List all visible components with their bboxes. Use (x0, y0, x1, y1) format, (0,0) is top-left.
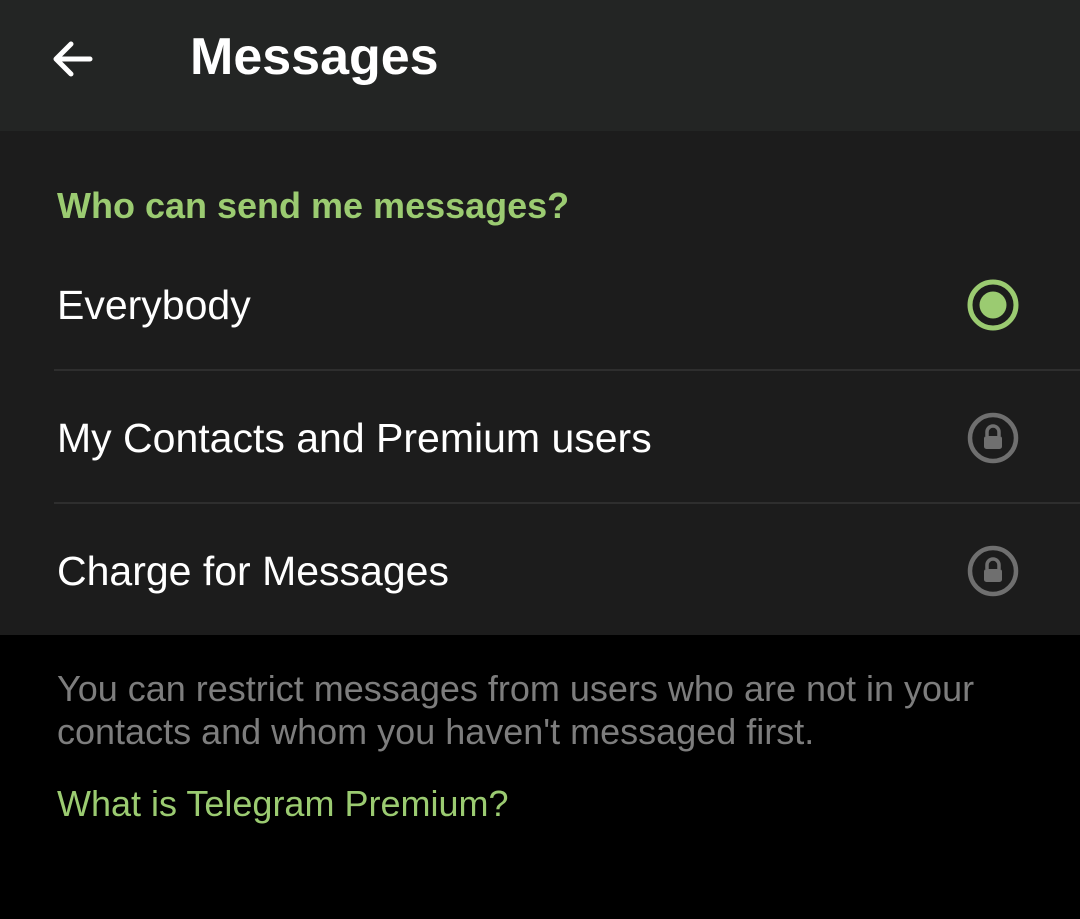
back-button[interactable] (28, 14, 118, 104)
option-label: Everybody (57, 281, 251, 328)
telegram-premium-link[interactable]: What is Telegram Premium? (57, 781, 508, 827)
privacy-messages-screen: Messages Who can send me messages? Every… (0, 0, 1080, 919)
messages-privacy-card: Who can send me messages? Everybody My C… (0, 131, 1080, 635)
option-label: My Contacts and Premium users (57, 414, 652, 461)
top-app-bar: Messages (0, 0, 1080, 131)
radio-selected-icon[interactable] (966, 278, 1020, 332)
option-label: Charge for Messages (57, 547, 449, 594)
page-title: Messages (190, 28, 439, 86)
info-description: You can restrict messages from users who… (57, 668, 975, 752)
option-charge-for-messages[interactable]: Charge for Messages (0, 504, 1080, 637)
lock-icon (966, 544, 1020, 598)
section-header: Who can send me messages? (57, 185, 570, 226)
lock-icon (966, 411, 1020, 465)
option-everybody[interactable]: Everybody (0, 238, 1080, 371)
option-my-contacts-and-premium[interactable]: My Contacts and Premium users (0, 371, 1080, 504)
arrow-left-icon (50, 36, 96, 82)
